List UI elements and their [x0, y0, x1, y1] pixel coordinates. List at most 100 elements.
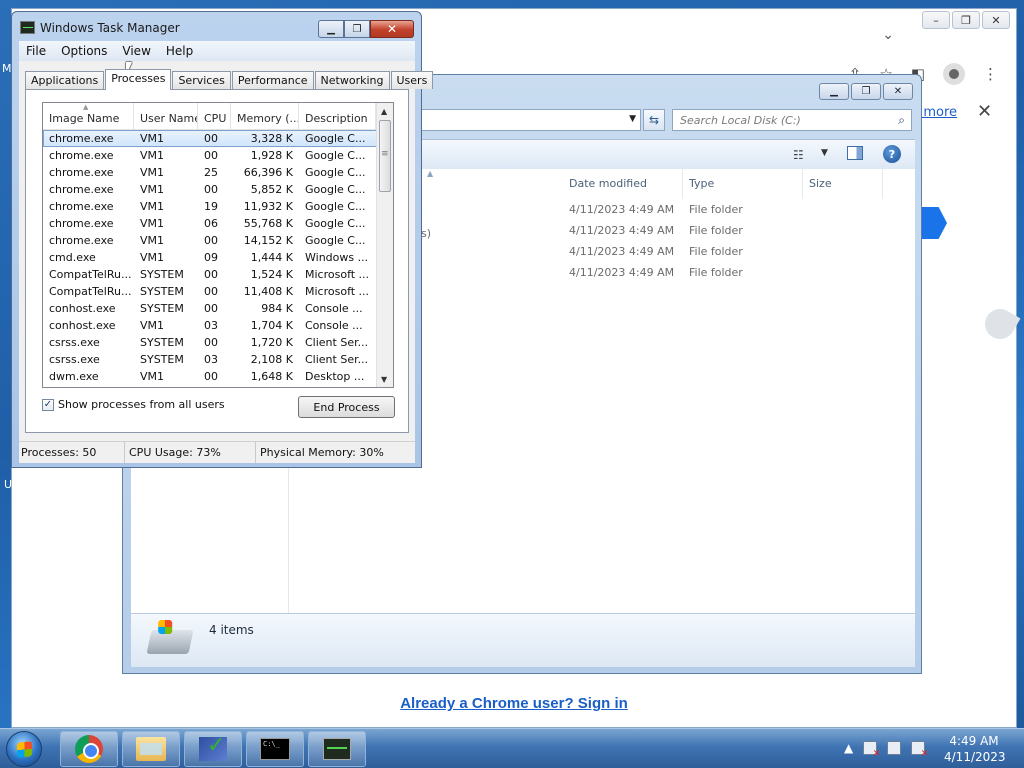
system-tray: ▲ — [844, 741, 928, 759]
process-name: chrome.exe — [49, 217, 114, 230]
chrome-icon — [75, 735, 103, 763]
tab-performance[interactable]: Performance — [231, 71, 314, 89]
chevron-down-icon[interactable]: ⌄ — [882, 27, 894, 43]
file-list-header: Date modified Type Size — [563, 169, 883, 199]
process-row[interactable]: chrome.exe VM1 00 1,928 K Google C... — [43, 147, 393, 164]
refresh-icon[interactable]: ⇆ — [643, 109, 665, 131]
sign-in-link[interactable]: Already a Chrome user? Sign in — [12, 695, 1016, 712]
view-dropdown-icon[interactable]: ▼ — [821, 148, 828, 158]
process-row[interactable]: csrss.exe SYSTEM 03 2,108 K Client Ser... — [43, 351, 393, 368]
taskbar-app-button[interactable] — [184, 731, 242, 767]
command-prompt-icon: C:\_ — [260, 738, 290, 760]
menu-options[interactable]: Options — [54, 44, 115, 58]
taskbar-cmd-button[interactable]: C:\_ — [246, 731, 304, 767]
process-user: SYSTEM — [140, 302, 184, 315]
help-icon[interactable]: ? — [883, 145, 901, 163]
more-menu-icon[interactable]: ⋮ — [983, 65, 998, 83]
explorer-minimize-button[interactable]: ▁ — [819, 83, 849, 100]
process-memory: 14,152 K — [243, 234, 293, 247]
tab-services[interactable]: Services — [172, 71, 231, 89]
action-center-icon[interactable] — [863, 741, 880, 759]
process-row[interactable]: dwm.exe VM1 00 1,648 K Desktop ... — [43, 368, 393, 385]
file-row[interactable]: 4/11/2023 4:49 AM File folder — [569, 266, 809, 287]
process-description: Console ... — [305, 319, 363, 332]
tab-applications[interactable]: Applications — [25, 71, 105, 89]
preview-pane-icon[interactable] — [847, 146, 863, 160]
tab-networking[interactable]: Networking — [314, 71, 390, 89]
explorer-maximize-button[interactable]: ❐ — [851, 83, 881, 100]
show-hidden-icons-icon[interactable]: ▲ — [844, 741, 853, 755]
file-row[interactable]: 4/11/2023 4:49 AM File folder — [569, 245, 809, 266]
minimize-button[interactable]: ▁ — [318, 20, 344, 38]
close-icon[interactable]: ✕ — [977, 101, 992, 122]
tab-users[interactable]: Users — [390, 71, 434, 89]
desktop-icon-label: U — [4, 478, 13, 491]
chrome-maximize-button[interactable]: ❐ — [952, 11, 980, 29]
taskbar-chrome-button[interactable] — [60, 731, 118, 767]
process-row[interactable]: CompatTelRu... SYSTEM 00 11,408 K Microsoft … — [43, 283, 393, 300]
scrollbar-thumb[interactable] — [379, 120, 391, 192]
column-date-modified[interactable]: Date modified — [563, 169, 683, 199]
maximize-button[interactable]: ❐ — [344, 20, 370, 38]
search-input[interactable]: Search Local Disk (C:) ⌕ — [672, 109, 912, 131]
address-bar[interactable]: ▼ — [419, 109, 641, 131]
explorer-close-button[interactable]: ✕ — [883, 83, 913, 100]
file-date: 4/11/2023 4:49 AM — [569, 203, 675, 216]
end-process-button[interactable]: End Process — [298, 396, 395, 418]
menu-help[interactable]: Help — [159, 44, 201, 58]
start-button[interactable] — [6, 731, 42, 767]
chrome-close-button[interactable]: ✕ — [982, 11, 1010, 29]
process-row[interactable]: chrome.exe VM1 06 55,768 K Google C... — [43, 215, 393, 232]
process-row[interactable]: chrome.exe VM1 00 3,328 K Google C... — [43, 130, 393, 147]
column-cpu[interactable]: CPU — [198, 103, 231, 129]
address-dropdown-icon[interactable]: ▼ — [629, 114, 636, 124]
truncated-file-name: s) — [421, 227, 432, 240]
file-type: File folder — [689, 266, 743, 279]
process-description: Google C... — [305, 149, 366, 162]
process-cpu: 09 — [204, 251, 218, 264]
process-memory: 1,524 K — [250, 268, 293, 281]
process-row[interactable]: chrome.exe VM1 00 14,152 K Google C... — [43, 232, 393, 249]
process-row[interactable]: chrome.exe VM1 25 66,396 K Google C... — [43, 164, 393, 181]
process-row[interactable]: conhost.exe VM1 03 1,704 K Console ... — [43, 317, 393, 334]
column-size[interactable]: Size — [803, 169, 883, 199]
view-options-icon[interactable]: ☷ — [793, 148, 804, 162]
column-memory[interactable]: Memory (... — [231, 103, 299, 129]
volume-icon[interactable] — [911, 741, 928, 759]
process-row[interactable]: cmd.exe VM1 09 1,444 K Windows ... — [43, 249, 393, 266]
file-row[interactable]: 4/11/2023 4:49 AM File folder — [569, 203, 809, 224]
column-type[interactable]: Type — [683, 169, 803, 199]
scroll-down-icon[interactable]: ▼ — [381, 375, 387, 384]
process-row[interactable]: csrss.exe SYSTEM 00 1,720 K Client Ser... — [43, 334, 393, 351]
taskbar-explorer-button[interactable] — [122, 731, 180, 767]
process-list[interactable]: ▲ Image Name User Name CPU Memory (... D… — [42, 102, 394, 388]
chrome-minimize-button[interactable]: – — [922, 11, 950, 29]
column-description[interactable]: Description — [299, 103, 376, 129]
close-button[interactable]: ✕ — [370, 20, 414, 38]
file-date: 4/11/2023 4:49 AM — [569, 245, 675, 258]
process-user: VM1 — [140, 217, 165, 230]
process-row[interactable]: conhost.exe SYSTEM 00 984 K Console ... — [43, 300, 393, 317]
column-image-name[interactable]: ▲ Image Name — [43, 103, 134, 129]
taskbar-task-manager-button[interactable] — [308, 731, 366, 767]
process-user: SYSTEM — [140, 336, 184, 349]
profile-avatar-icon[interactable] — [943, 63, 965, 85]
process-memory: 2,108 K — [250, 353, 293, 366]
show-all-users-option[interactable]: ✓ Show processes from all users — [42, 398, 225, 411]
menu-view[interactable]: View — [115, 44, 158, 58]
process-row[interactable]: CompatTelRu... SYSTEM 00 1,524 K Microsoft .… — [43, 266, 393, 283]
show-all-users-checkbox[interactable]: ✓ — [42, 398, 54, 411]
process-row[interactable]: chrome.exe VM1 19 11,932 K Google C... — [43, 198, 393, 215]
scroll-up-icon[interactable]: ▲ — [381, 107, 387, 116]
process-list-scrollbar[interactable]: ▲ ▼ — [376, 103, 393, 387]
tab-processes[interactable]: Processes — [105, 69, 172, 90]
menu-file[interactable]: File — [19, 44, 54, 58]
process-row[interactable]: chrome.exe VM1 00 5,852 K Google C... — [43, 181, 393, 198]
file-row[interactable]: 4/11/2023 4:49 AM File folder — [569, 224, 809, 245]
arrow-right-icon — [919, 207, 947, 239]
explorer-window-controls: ▁ ❐ ✕ — [819, 83, 913, 100]
column-user-name[interactable]: User Name — [134, 103, 198, 129]
clock[interactable]: 4:49 AM 4/11/2023 — [944, 733, 1006, 765]
network-icon[interactable] — [887, 741, 902, 755]
process-description: Windows ... — [305, 251, 369, 264]
